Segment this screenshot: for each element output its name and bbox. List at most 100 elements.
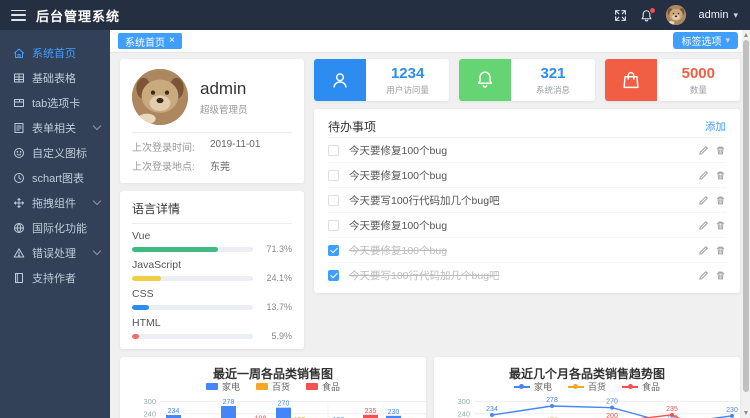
todo-row: 今天要修复100个bug <box>328 213 726 238</box>
delete-trash-icon[interactable] <box>715 145 726 156</box>
field-label: 上次登录地点: <box>132 158 210 173</box>
scroll-up-arrow-icon[interactable] <box>744 33 748 37</box>
svg-text:240: 240 <box>143 409 156 418</box>
edit-pencil-icon[interactable] <box>698 245 709 256</box>
sidebar-item-icon <box>13 272 25 284</box>
stat-card: 5000 数量 <box>605 59 740 101</box>
chevron-down-icon <box>93 247 101 255</box>
delete-trash-icon[interactable] <box>715 220 726 231</box>
edit-pencil-icon[interactable] <box>698 170 709 181</box>
tag-options-label: 标签选项 <box>681 33 721 48</box>
progress-percent: 71.3% <box>260 244 292 254</box>
sidebar-item[interactable]: 表单相关 <box>0 115 110 140</box>
delete-trash-icon[interactable] <box>715 170 726 181</box>
app-root: { "colors":{"accent":"#409eff","header_b… <box>0 0 750 418</box>
line-chart-card: 最近几个月各品类销售趋势图 家电百货食品 6012018024030023427… <box>434 357 740 418</box>
todo-checkbox[interactable] <box>328 170 339 181</box>
chevron-down-icon <box>93 197 101 205</box>
progress-fill <box>132 334 139 339</box>
sidebar-item[interactable]: 拖拽组件 <box>0 190 110 215</box>
legend-item[interactable]: 百货 <box>256 380 290 393</box>
todo-checkbox[interactable] <box>328 145 339 156</box>
sidebar-item-icon <box>13 47 25 59</box>
field-label: 上次登录时间: <box>132 139 210 154</box>
tab-home[interactable]: 系统首页 × <box>118 33 182 49</box>
line-chart-title: 最近几个月各品类销售趋势图 <box>444 365 730 380</box>
language-row: CSS 13.7% <box>132 288 292 312</box>
legend-item[interactable]: 食品 <box>306 380 340 393</box>
todo-checkbox[interactable] <box>328 195 339 206</box>
sidebar-item[interactable]: 基础表格 <box>0 65 110 90</box>
todo-checkbox[interactable] <box>328 220 339 231</box>
notifications-bell-icon[interactable] <box>640 9 653 22</box>
progress-percent: 13.7% <box>260 302 292 312</box>
tabs-bar: 系统首页 × 标签选项 ▾ <box>110 30 750 53</box>
edit-pencil-icon[interactable] <box>698 145 709 156</box>
charts-row: 最近一周各品类销售图 家电百货食品 6012018024030023416414… <box>120 357 740 418</box>
language-row: Vue 71.3% <box>132 230 292 254</box>
tab-close-icon[interactable]: × <box>169 36 175 46</box>
stat-label: 数量 <box>690 84 707 96</box>
edit-pencil-icon[interactable] <box>698 270 709 281</box>
sidebar-item[interactable]: tab选项卡 <box>0 90 110 115</box>
svg-text:270: 270 <box>606 399 618 406</box>
todo-add-link[interactable]: 添加 <box>705 119 726 134</box>
collapse-menu-icon[interactable] <box>11 10 26 21</box>
stats-row: 1234 用户访问量 321 系统消息 5000 数量 <box>314 59 740 101</box>
stat-label: 系统消息 <box>536 84 570 96</box>
scrollbar-thumb[interactable] <box>743 40 749 392</box>
svg-text:300: 300 <box>457 397 470 406</box>
legend-item[interactable]: 百货 <box>568 380 606 393</box>
sidebar-nav: 系统首页 基础表格 tab选项卡 表单相关 自定义图标 schart图表 拖拽组… <box>0 30 110 418</box>
sidebar-item-icon <box>13 247 25 259</box>
legend-item[interactable]: 家电 <box>206 380 240 393</box>
profile-role: 超级管理员 <box>200 102 248 116</box>
profile-field: 上次登录地点: 东莞 <box>132 158 292 173</box>
page-scrollbar[interactable] <box>742 30 750 418</box>
todo-row: 今天要修复100个bug <box>328 238 726 263</box>
stat-card: 1234 用户访问量 <box>314 59 449 101</box>
sidebar-item-label: 拖拽组件 <box>32 195 87 211</box>
user-avatar[interactable] <box>666 5 686 25</box>
sidebar-item-icon <box>13 122 25 134</box>
sidebar-item[interactable]: 错误处理 <box>0 240 110 265</box>
sidebar-item[interactable]: 自定义图标 <box>0 140 110 165</box>
bar-chart-card: 最近一周各品类销售图 家电百货食品 6012018024030023416414… <box>120 357 426 418</box>
svg-text:230: 230 <box>726 407 738 414</box>
sidebar-item-icon <box>13 172 25 184</box>
svg-text:278: 278 <box>546 397 558 404</box>
chevron-down-icon: ▾ <box>725 36 730 45</box>
sidebar-item[interactable]: 国际化功能 <box>0 215 110 240</box>
tag-options-button[interactable]: 标签选项 ▾ <box>673 32 738 49</box>
sidebar-item[interactable]: 系统首页 <box>0 40 110 65</box>
delete-trash-icon[interactable] <box>715 195 726 206</box>
sidebar-item-label: 表单相关 <box>32 120 87 136</box>
legend-item[interactable]: 食品 <box>622 380 660 393</box>
sidebar-item-icon <box>13 197 25 209</box>
sidebar-item-icon <box>13 72 25 84</box>
sidebar-item-icon <box>13 147 25 159</box>
delete-trash-icon[interactable] <box>715 270 726 281</box>
sidebar-item-icon <box>13 222 25 234</box>
sidebar-item[interactable]: schart图表 <box>0 165 110 190</box>
svg-text:230: 230 <box>388 409 400 416</box>
edit-pencil-icon[interactable] <box>698 195 709 206</box>
todo-checkbox[interactable] <box>328 270 339 281</box>
language-name: Vue <box>132 230 292 242</box>
legend-item[interactable]: 家电 <box>514 380 552 393</box>
sidebar-item-label: 基础表格 <box>32 70 102 86</box>
fullscreen-icon[interactable] <box>614 9 627 22</box>
sidebar-item-label: tab选项卡 <box>32 95 102 111</box>
language-row: HTML 5.9% <box>132 317 292 341</box>
todo-row: 今天要修复100个bug <box>328 138 726 163</box>
user-menu[interactable]: admin ▾ <box>699 9 739 21</box>
delete-trash-icon[interactable] <box>715 245 726 256</box>
chevron-down-icon: ▾ <box>733 11 738 20</box>
divider <box>132 132 292 133</box>
tab-label: 系统首页 <box>125 34 165 49</box>
todo-checkbox[interactable] <box>328 245 339 256</box>
sidebar-item-label: 国际化功能 <box>32 220 102 236</box>
scroll-down-arrow-icon[interactable] <box>744 411 748 415</box>
sidebar-item[interactable]: 支持作者 <box>0 265 110 290</box>
edit-pencil-icon[interactable] <box>698 220 709 231</box>
